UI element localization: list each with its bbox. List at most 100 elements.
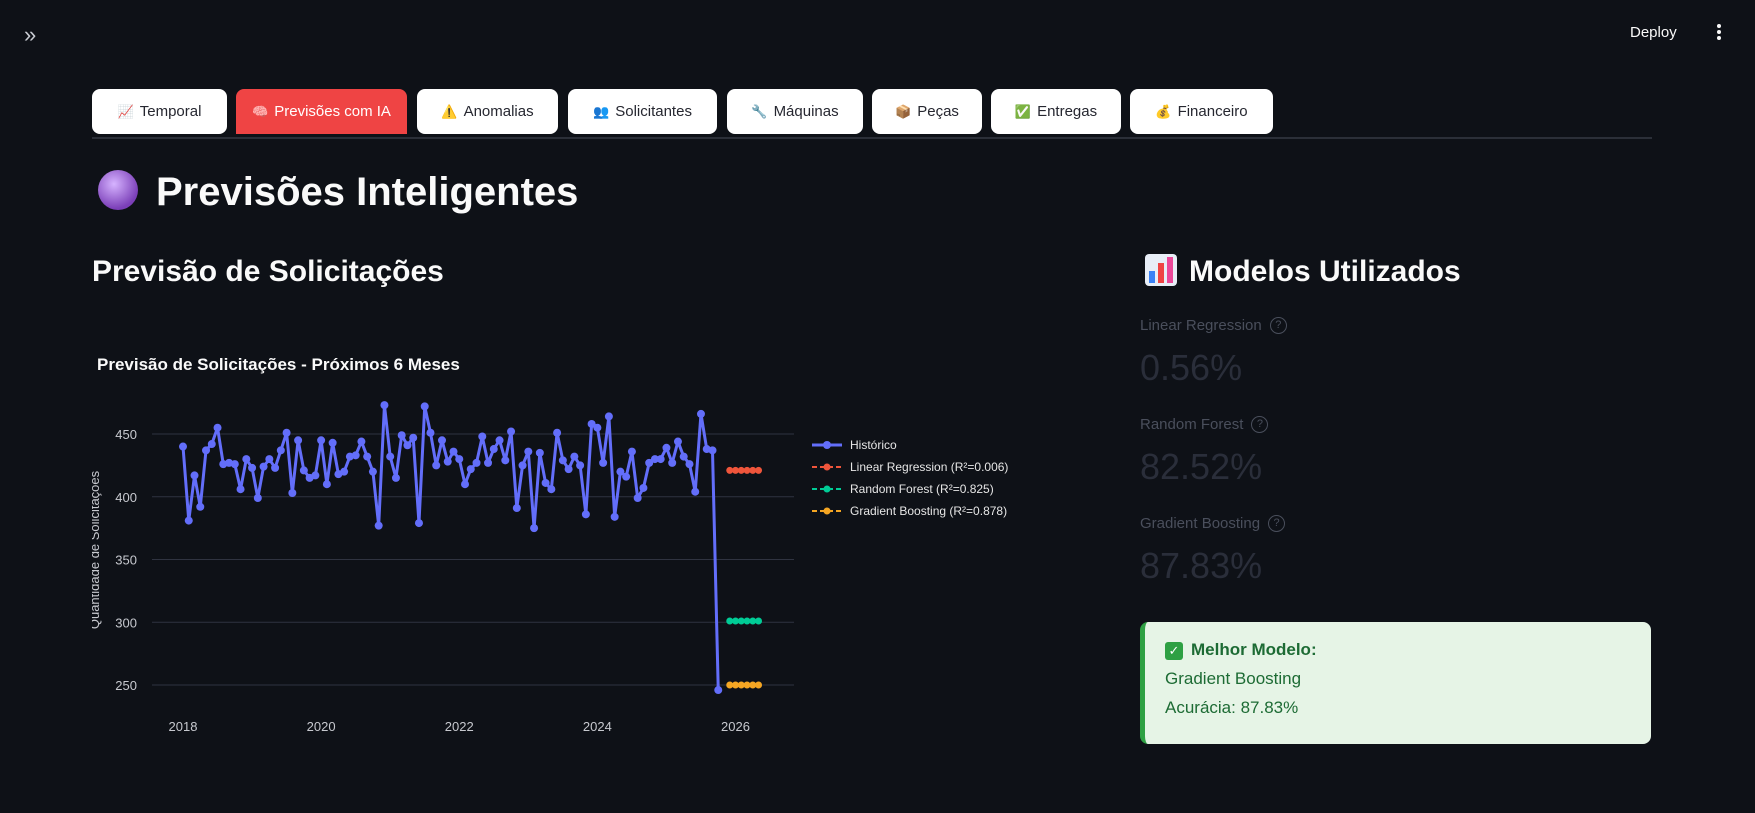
data-point bbox=[414, 519, 423, 528]
data-point bbox=[259, 462, 268, 471]
data-point bbox=[386, 452, 395, 461]
x-tick-label: 2026 bbox=[721, 719, 750, 734]
tab-previsoes[interactable]: 🧠 Previsões com IA bbox=[236, 89, 407, 134]
tab-label: Máquinas bbox=[773, 103, 839, 120]
data-point bbox=[610, 512, 619, 521]
expand-sidebar-icon[interactable]: » bbox=[24, 22, 50, 48]
tab-anomalias[interactable]: ⚠️ Anomalias bbox=[417, 89, 558, 134]
tab-label: Financeiro bbox=[1177, 103, 1248, 120]
data-point bbox=[581, 510, 590, 519]
metric-value: 87.83% bbox=[1140, 545, 1263, 586]
y-tick-label: 400 bbox=[115, 490, 137, 505]
metric-linear-regression: Linear Regression? 0.56% bbox=[1140, 317, 1287, 389]
data-point bbox=[299, 466, 308, 475]
y-axis-label: Quantidade de Solicitações bbox=[92, 470, 102, 629]
data-point bbox=[455, 455, 464, 464]
y-tick-label: 450 bbox=[115, 427, 137, 442]
data-point bbox=[633, 494, 642, 503]
data-point bbox=[437, 436, 446, 445]
metric-random-forest: Random Forest? 82.52% bbox=[1140, 416, 1269, 488]
deploy-button[interactable]: Deploy bbox=[1630, 24, 1677, 41]
forecast-point bbox=[755, 681, 763, 689]
tab-label: Peças bbox=[917, 103, 959, 120]
legend-label: Gradient Boosting (R²=0.878) bbox=[850, 504, 1007, 518]
data-point bbox=[311, 471, 320, 480]
brain-icon: 🧠 bbox=[252, 104, 269, 119]
data-point bbox=[397, 431, 406, 440]
data-point bbox=[426, 428, 435, 437]
main-menu-icon[interactable] bbox=[1712, 22, 1726, 46]
data-point bbox=[190, 471, 199, 480]
data-point bbox=[668, 458, 677, 467]
help-icon[interactable]: ? bbox=[1269, 317, 1287, 335]
data-point bbox=[489, 445, 498, 454]
data-point bbox=[236, 485, 245, 494]
metric-label: Random Forest bbox=[1140, 416, 1244, 433]
tab-financeiro[interactable]: 💰 Financeiro bbox=[1130, 89, 1273, 134]
tab-solicitantes[interactable]: 👥 Solicitantes bbox=[568, 89, 717, 134]
tab-maquinas[interactable]: 🔧 Máquinas bbox=[727, 89, 863, 134]
data-point bbox=[558, 456, 567, 465]
warning-icon: ⚠️ bbox=[441, 104, 458, 119]
data-point bbox=[570, 452, 579, 461]
data-point bbox=[380, 401, 389, 410]
metric-label: Gradient Boosting bbox=[1140, 515, 1261, 532]
data-point bbox=[662, 443, 671, 452]
data-point bbox=[391, 473, 400, 482]
metric-value: 82.52% bbox=[1140, 446, 1263, 487]
tab-entregas[interactable]: ✅ Entregas bbox=[991, 89, 1121, 134]
x-tick-label: 2022 bbox=[445, 719, 474, 734]
forecast-point bbox=[755, 617, 763, 625]
models-heading-text: Modelos Utilizados bbox=[1189, 255, 1461, 288]
data-point bbox=[564, 465, 573, 474]
x-tick-label: 2018 bbox=[169, 719, 198, 734]
help-icon[interactable]: ? bbox=[1268, 515, 1286, 533]
best-model-alert: ✓ Melhor Modelo: Gradient Boosting Acurác… bbox=[1140, 622, 1651, 744]
data-point bbox=[432, 461, 441, 470]
tab-temporal[interactable]: 📈 Temporal bbox=[92, 89, 227, 134]
tab-label: Entregas bbox=[1037, 103, 1098, 120]
tab-pecas[interactable]: 📦 Peças bbox=[872, 89, 982, 134]
tab-label: Solicitantes bbox=[615, 103, 692, 120]
data-point bbox=[294, 436, 303, 445]
x-tick-label: 2020 bbox=[307, 719, 336, 734]
data-point bbox=[461, 480, 470, 489]
metric-value: 0.56% bbox=[1140, 347, 1243, 388]
best-model-name: Gradient Boosting bbox=[1165, 669, 1302, 688]
data-point bbox=[708, 446, 717, 455]
data-point bbox=[518, 461, 527, 470]
best-model-title: Melhor Modelo: bbox=[1191, 640, 1317, 659]
data-point bbox=[576, 461, 585, 470]
best-model-accuracy: Acurácia: 87.83% bbox=[1165, 698, 1299, 717]
bar-chart-icon bbox=[1145, 254, 1177, 287]
data-point bbox=[179, 442, 187, 451]
data-point bbox=[202, 446, 211, 455]
data-point bbox=[357, 437, 366, 446]
data-point bbox=[317, 436, 326, 445]
data-point bbox=[547, 485, 556, 494]
data-point bbox=[466, 465, 475, 474]
help-icon[interactable]: ? bbox=[1251, 416, 1269, 434]
data-point bbox=[679, 452, 688, 461]
data-point bbox=[478, 432, 487, 441]
data-point bbox=[530, 524, 539, 533]
data-point bbox=[420, 402, 429, 411]
tab-label: Previsões com IA bbox=[274, 103, 391, 120]
users-icon: 👥 bbox=[593, 104, 610, 119]
data-point bbox=[276, 446, 285, 455]
forecast-point bbox=[755, 466, 763, 474]
legend-label: Random Forest (R²=0.825) bbox=[850, 482, 994, 496]
data-point bbox=[673, 437, 682, 446]
data-point bbox=[328, 438, 337, 447]
metric-gradient-boosting: Gradient Boosting? 87.83% bbox=[1140, 515, 1286, 587]
metric-label: Linear Regression bbox=[1140, 317, 1262, 334]
data-point bbox=[213, 423, 222, 432]
data-point bbox=[282, 428, 291, 437]
tab-label: Temporal bbox=[139, 103, 202, 120]
data-point bbox=[691, 487, 700, 496]
legend-marker bbox=[823, 463, 831, 471]
data-point bbox=[271, 463, 280, 472]
data-point bbox=[207, 440, 216, 449]
tab-bar: 📈 Temporal 🧠 Previsões com IA ⚠️ Anomalias … bbox=[92, 89, 1652, 139]
check-icon: ✓ bbox=[1165, 642, 1183, 660]
